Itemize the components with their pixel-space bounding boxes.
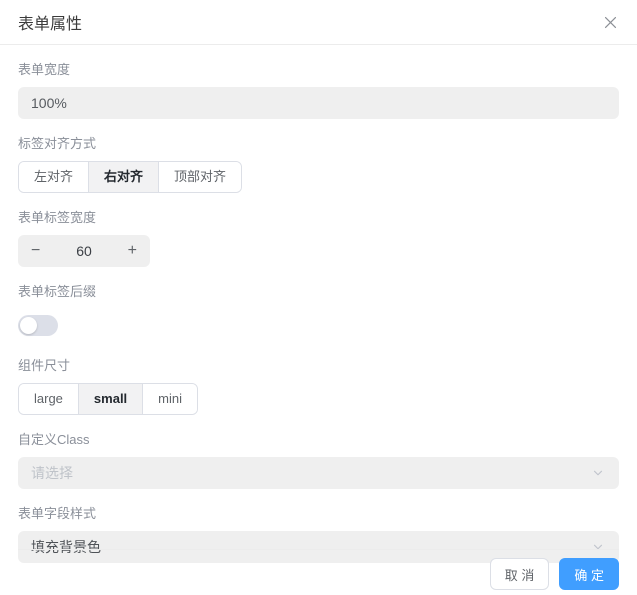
dialog-header: 表单属性 bbox=[0, 0, 637, 45]
label-suffix-label: 表单标签后缀 bbox=[18, 284, 97, 299]
label-width-label: 表单标签宽度 bbox=[18, 210, 97, 225]
component-size-option-mini[interactable]: mini bbox=[143, 384, 198, 414]
label-align-label: 标签对齐方式 bbox=[18, 136, 97, 151]
label-suffix-toggle[interactable] bbox=[18, 314, 58, 336]
custom-class-placeholder: 请选择 bbox=[31, 465, 73, 481]
field-label-width: 表单标签宽度 − 60 + bbox=[18, 209, 619, 267]
field-form-width: 表单宽度 bbox=[18, 61, 619, 119]
form-properties-dialog: 表单属性 表单宽度 标签对齐方式 左对齐 右对齐 顶部对齐 表单标签宽度 − bbox=[0, 0, 637, 595]
component-size-option-small[interactable]: small bbox=[78, 384, 144, 414]
dialog-title: 表单属性 bbox=[18, 16, 83, 33]
field-label-align: 标签对齐方式 左对齐 右对齐 顶部对齐 bbox=[18, 135, 619, 193]
component-size-label: 组件尺寸 bbox=[18, 358, 71, 373]
field-style-label: 表单字段样式 bbox=[18, 506, 97, 521]
label-align-group: 左对齐 右对齐 顶部对齐 bbox=[18, 161, 243, 193]
label-align-option-left[interactable]: 左对齐 bbox=[19, 162, 90, 192]
field-component-size: 组件尺寸 large small mini bbox=[18, 357, 619, 415]
custom-class-label: 自定义Class bbox=[18, 432, 90, 447]
confirm-button[interactable]: 确 定 bbox=[559, 558, 619, 590]
cancel-button[interactable]: 取 消 bbox=[489, 558, 550, 590]
dialog-body: 表单宽度 标签对齐方式 左对齐 右对齐 顶部对齐 表单标签宽度 − 60 + 表… bbox=[0, 61, 637, 563]
component-size-option-large[interactable]: large bbox=[19, 384, 79, 414]
toggle-knob bbox=[20, 316, 37, 334]
label-align-option-top[interactable]: 顶部对齐 bbox=[159, 162, 242, 192]
custom-class-select[interactable]: 请选择 bbox=[18, 457, 619, 489]
component-size-group: large small mini bbox=[18, 383, 199, 415]
form-width-label: 表单宽度 bbox=[18, 62, 71, 77]
label-width-value[interactable]: 60 bbox=[76, 243, 92, 259]
plus-icon[interactable]: + bbox=[128, 243, 137, 259]
label-align-option-right[interactable]: 右对齐 bbox=[89, 162, 160, 192]
minus-icon[interactable]: − bbox=[31, 243, 40, 259]
form-width-input[interactable] bbox=[18, 87, 619, 119]
dialog-footer: 取 消 确 定 bbox=[18, 549, 619, 595]
field-label-suffix: 表单标签后缀 bbox=[18, 283, 619, 341]
label-width-stepper: − 60 + bbox=[18, 235, 150, 267]
close-icon[interactable] bbox=[601, 13, 619, 31]
label-suffix-row bbox=[18, 309, 619, 341]
chevron-down-icon bbox=[591, 466, 605, 480]
field-custom-class: 自定义Class 请选择 bbox=[18, 431, 619, 489]
